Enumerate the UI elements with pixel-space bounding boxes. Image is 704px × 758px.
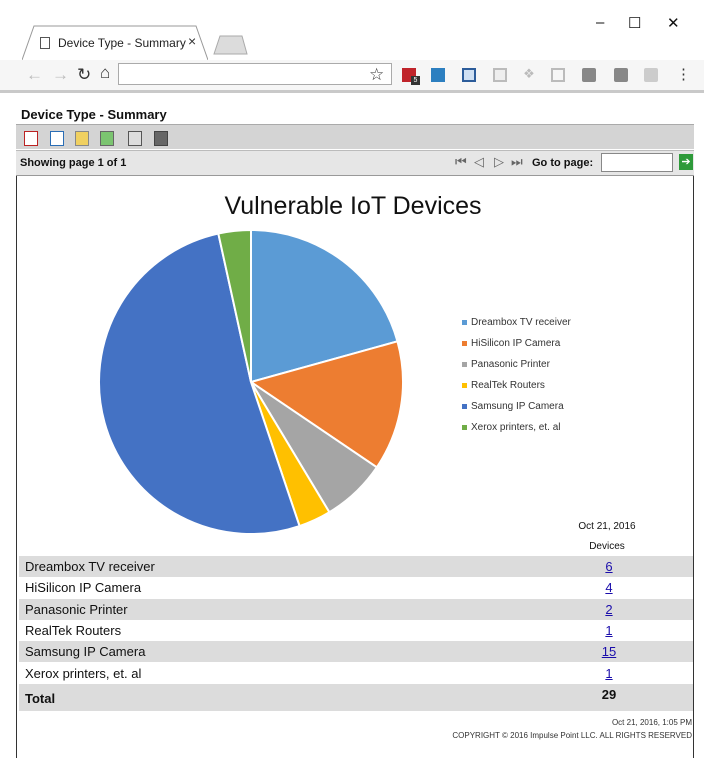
- browser-tab[interactable]: Device Type - Summary ×: [22, 24, 208, 60]
- extension-x-icon[interactable]: [431, 68, 445, 82]
- table-row: Panasonic Printer 2: [19, 598, 693, 620]
- row-device-count-link[interactable]: 1: [584, 623, 634, 638]
- goto-page-button[interactable]: ➔: [679, 154, 693, 170]
- legend-label: Xerox printers, et. al: [471, 422, 561, 433]
- extension-s-icon[interactable]: [644, 68, 658, 82]
- column-date: Oct 21, 2016: [578, 521, 636, 532]
- new-tab-button[interactable]: [212, 35, 248, 55]
- pager: Showing page 1 of 1 ⏮ ◁ ▷ ⏭ Go to page: …: [16, 150, 694, 176]
- prev-page-icon[interactable]: ◁: [474, 154, 484, 170]
- report-body: Vulnerable IoT Devices Dreambox TV recei…: [16, 176, 694, 758]
- reload-icon[interactable]: ↻: [77, 65, 91, 85]
- row-label: Samsung IP Camera: [25, 644, 146, 660]
- legend-item: Dreambox TV receiver: [462, 317, 571, 338]
- export-csv-icon[interactable]: [50, 131, 64, 146]
- legend-label: Panasonic Printer: [471, 359, 550, 370]
- export-doc-icon[interactable]: [75, 131, 89, 146]
- footer-copyright: COPYRIGHT © 2016 Impulse Point LLC. ALL …: [452, 731, 692, 740]
- total-value: 29: [601, 687, 617, 702]
- export-pdf-icon[interactable]: [24, 131, 38, 146]
- first-page-icon[interactable]: ⏮: [455, 154, 467, 170]
- row-label: RealTek Routers: [25, 622, 122, 638]
- extension-chart-icon[interactable]: [493, 68, 507, 82]
- menu-icon[interactable]: ⋮: [676, 65, 691, 83]
- row-device-count-link[interactable]: 6: [584, 559, 634, 574]
- legend-item: RealTek Routers: [462, 380, 571, 401]
- legend-item: Panasonic Printer: [462, 359, 571, 380]
- legend-swatch: [462, 424, 467, 430]
- close-window-button[interactable]: ✕: [667, 14, 680, 32]
- row-device-count-link[interactable]: 2: [584, 602, 634, 617]
- extension-gray2-icon[interactable]: [614, 68, 628, 82]
- row-label: Dreambox TV receiver: [25, 559, 155, 574]
- row-label: Panasonic Printer: [25, 601, 128, 617]
- chart-title: Vulnerable IoT Devices: [224, 192, 482, 220]
- print-icon[interactable]: [128, 131, 142, 146]
- table-row: HiSilicon IP Camera 4: [19, 577, 693, 598]
- table-row: Dreambox TV receiver 6: [19, 556, 693, 577]
- chart-legend: Dreambox TV receiver HiSilicon IP Camera P…: [462, 317, 571, 443]
- table-row: Xerox printers, et. al 1: [19, 663, 693, 684]
- row-device-count-link[interactable]: 4: [584, 580, 634, 595]
- goto-label: Go to page:: [532, 157, 594, 169]
- row-device-count-link[interactable]: 1: [584, 666, 634, 681]
- footer-timestamp: Oct 21, 2016, 1:05 PM: [611, 718, 692, 727]
- legend-swatch: [462, 403, 467, 409]
- row-device-count-link[interactable]: 15: [584, 644, 634, 659]
- column-devices: Devices: [589, 541, 625, 552]
- legend-swatch: [462, 340, 467, 346]
- pie-chart: [98, 228, 404, 535]
- legend-item: HiSilicon IP Camera: [462, 338, 571, 359]
- tab-title: Device Type - Summary: [58, 36, 186, 50]
- address-bar[interactable]: [118, 63, 392, 85]
- table-row: Samsung IP Camera 15: [19, 641, 693, 663]
- report-toolbar: [16, 124, 694, 149]
- legend-label: RealTek Routers: [471, 380, 545, 391]
- minimize-button[interactable]: –: [596, 14, 604, 31]
- page-icon: [40, 37, 50, 49]
- total-row: Total 29: [19, 684, 693, 711]
- extension-star-icon[interactable]: [462, 68, 476, 82]
- legend-swatch: [462, 361, 467, 367]
- browser-toolbar: ← → ↻ ⌂ ☆ 5 ❖ ⋮: [0, 60, 704, 93]
- extension-badge: 5: [411, 76, 420, 85]
- extension-gray-icon[interactable]: [582, 68, 596, 82]
- legend-swatch: [462, 382, 467, 388]
- row-label: HiSilicon IP Camera: [25, 580, 142, 596]
- legend-label: HiSilicon IP Camera: [471, 338, 561, 349]
- legend-label: Dreambox TV receiver: [471, 317, 571, 328]
- total-label: Total: [25, 691, 56, 706]
- legend-swatch: [462, 319, 467, 325]
- legend-item: Xerox printers, et. al: [462, 422, 571, 443]
- page-indicator: Showing page 1 of 1: [20, 157, 127, 169]
- next-page-icon[interactable]: ▷: [494, 154, 504, 170]
- extension-frame-icon[interactable]: [551, 68, 565, 82]
- forward-icon[interactable]: →: [52, 65, 69, 85]
- back-icon[interactable]: ←: [26, 65, 43, 85]
- table-row: RealTek Routers 1: [19, 620, 693, 641]
- export-xls-icon[interactable]: [100, 131, 114, 146]
- report-title: Device Type - Summary: [21, 107, 167, 122]
- legend-label: Samsung IP Camera: [471, 401, 564, 412]
- goto-page-input[interactable]: [601, 153, 673, 172]
- last-page-icon[interactable]: ⏭: [511, 154, 523, 170]
- legend-item: Samsung IP Camera: [462, 401, 571, 422]
- browser-titlebar: Device Type - Summary × – ☐ ✕: [0, 0, 704, 61]
- maximize-button[interactable]: ☐: [628, 14, 641, 32]
- home-icon[interactable]: ⌂: [100, 63, 110, 83]
- print-settings-icon[interactable]: [154, 131, 168, 146]
- row-label: Xerox printers, et. al: [25, 665, 142, 681]
- dropbox-icon[interactable]: ❖: [522, 67, 536, 82]
- tab-close-icon[interactable]: ×: [188, 33, 196, 49]
